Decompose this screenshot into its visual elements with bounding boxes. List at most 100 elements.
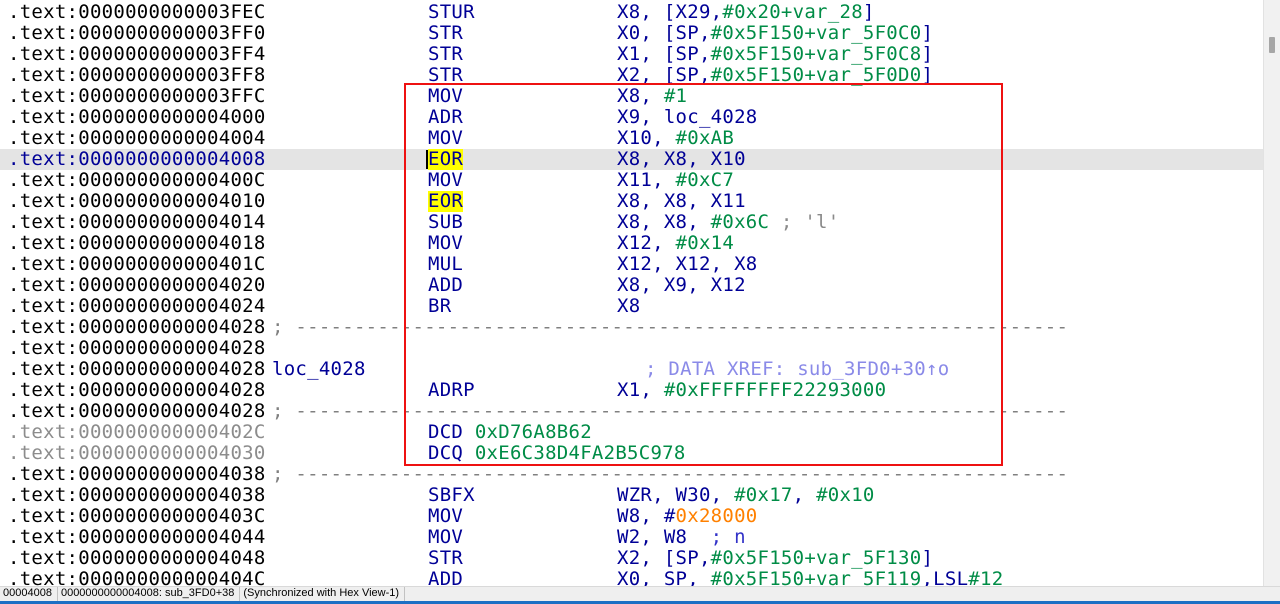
disasm-line[interactable]: .text:000000000000401C MUL X12, X12, X8 <box>0 254 1264 275</box>
address[interactable]: .text:0000000000004048 <box>8 548 266 569</box>
address[interactable]: .text:0000000000004010 <box>8 191 266 212</box>
mnemonic[interactable]: MUL <box>428 254 463 275</box>
disasm-line[interactable]: .text:0000000000004008 EOR X8, X8, X10 <box>0 149 1264 170</box>
disasm-line[interactable]: .text:0000000000003FF4 STR X1, [SP,#0x5F15… <box>0 44 1264 65</box>
operands[interactable]: X1, [SP,#0x5F150+var_5F0C8] <box>617 44 933 65</box>
disasm-line[interactable]: .text:0000000000004048 STR X2, [SP,#0x5F15… <box>0 548 1264 569</box>
code-label[interactable]: loc_4028 <box>272 359 366 380</box>
operands[interactable]: X2, [SP,#0x5F150+var_5F0D0] <box>617 65 933 86</box>
mnemonic[interactable]: ADD <box>428 275 463 296</box>
disasm-line[interactable]: .text:0000000000003FF8 STR X2, [SP,#0x5F15… <box>0 65 1264 86</box>
address[interactable]: .text:0000000000004004 <box>8 128 266 149</box>
disasm-line[interactable]: .text:0000000000004028 ADRP X1, #0xFFFFFFF… <box>0 380 1264 401</box>
address[interactable]: .text:0000000000004024 <box>8 296 266 317</box>
disasm-line[interactable]: .text:0000000000004044 MOV W2, W8 ; n <box>0 527 1264 548</box>
operands[interactable]: DCD 0xD76A8B62 <box>428 422 592 443</box>
address[interactable]: .text:000000000000402C <box>8 422 266 443</box>
mnemonic[interactable]: MOV <box>428 527 463 548</box>
operands[interactable]: X0, SP, #0x5F150+var_5F119,LSL#12 <box>617 569 1003 587</box>
disasm-line[interactable]: .text:0000000000004018 MOV X12, #0x14 <box>0 233 1264 254</box>
operands[interactable]: X1, #0xFFFFFFFF22293000 <box>617 380 886 401</box>
address[interactable]: .text:0000000000004014 <box>8 212 266 233</box>
address[interactable]: .text:0000000000003FEC <box>8 2 266 23</box>
address[interactable]: .text:0000000000004030 <box>8 443 266 464</box>
address[interactable]: .text:0000000000004028 <box>8 359 266 380</box>
address[interactable]: .text:0000000000004028 <box>8 401 266 422</box>
mnemonic[interactable]: MOV <box>428 506 463 527</box>
address[interactable]: .text:0000000000003FF8 <box>8 65 266 86</box>
disasm-line[interactable]: .text:000000000000402C DCD 0xD76A8B62 <box>0 422 1264 443</box>
mnemonic[interactable]: ADRP <box>428 380 475 401</box>
address[interactable]: .text:0000000000004018 <box>8 233 266 254</box>
address[interactable]: .text:0000000000004000 <box>8 107 266 128</box>
mnemonic[interactable]: STR <box>428 44 463 65</box>
address[interactable]: .text:0000000000004038 <box>8 485 266 506</box>
operands[interactable]: X10, #0xAB <box>617 128 734 149</box>
operands[interactable]: X8, X8, X10 <box>617 149 746 170</box>
mnemonic[interactable]: MOV <box>428 128 463 149</box>
address[interactable]: .text:0000000000004008 <box>8 149 266 170</box>
disasm-line[interactable]: .text:0000000000004028; ----------------… <box>0 317 1264 338</box>
disasm-line[interactable]: .text:0000000000004010 EOR X8, X8, X11 <box>0 191 1264 212</box>
mnemonic[interactable]: MOV <box>428 233 463 254</box>
address[interactable]: .text:0000000000004044 <box>8 527 266 548</box>
mnemonic[interactable]: STR <box>428 548 463 569</box>
operands[interactable]: X8 <box>617 296 640 317</box>
disasm-line[interactable]: .text:000000000000400CMOVX11, #0xC7 <box>0 170 1264 191</box>
disasm-line[interactable]: .text:0000000000003FF0 STR X0, [SP,#0x5F15… <box>0 23 1264 44</box>
mnemonic[interactable]: SUB <box>428 212 463 233</box>
address[interactable]: .text:0000000000004028 <box>8 380 266 401</box>
mnemonic[interactable]: ADR <box>428 107 463 128</box>
operands[interactable]: X2, [SP,#0x5F150+var_5F130] <box>617 548 933 569</box>
operands[interactable]: X8, #1 <box>617 86 687 107</box>
mnemonic[interactable]: STR <box>428 65 463 86</box>
operands[interactable]: X12, #0x14 <box>617 233 734 254</box>
operands[interactable]: WZR, W30, #0x17, #0x10 <box>617 485 875 506</box>
operands[interactable]: X8, [X29,#0x20+var_28] <box>617 2 875 23</box>
address[interactable]: .text:000000000000403C <box>8 506 266 527</box>
disasm-line[interactable]: .text:0000000000004028 <box>0 338 1264 359</box>
disasm-line[interactable]: .text:0000000000004038 SBFX WZR, W30, #0x1… <box>0 485 1264 506</box>
mnemonic[interactable]: STR <box>428 23 463 44</box>
vertical-scrollbar[interactable] <box>1263 0 1280 587</box>
address[interactable]: .text:0000000000003FF0 <box>8 23 266 44</box>
disasm-line[interactable]: .text:000000000000404CADDX0, SP, #0x5F15… <box>0 569 1264 587</box>
mnemonic[interactable]: ADD <box>428 569 463 587</box>
address[interactable]: .text:0000000000004038 <box>8 464 266 485</box>
address[interactable]: .text:0000000000003FF4 <box>8 44 266 65</box>
operands[interactable]: X8, X9, X12 <box>617 275 746 296</box>
xref-comment[interactable]: ; DATA XREF: sub_3FD0+30↑o <box>645 359 949 380</box>
address[interactable]: .text:000000000000400C <box>8 170 266 191</box>
disasm-line[interactable]: .text:0000000000004020ADDX8, X9, X12 <box>0 275 1264 296</box>
mnemonic[interactable]: BR <box>428 296 451 317</box>
disasm-line[interactable]: .text:0000000000004004 MOV X10, #0xAB <box>0 128 1264 149</box>
disassembly-view[interactable]: .text:0000000000003FEC STUR X8, [X29,#0x20… <box>0 0 1264 587</box>
disasm-line[interactable]: .text:000000000000403C MOV W8, #0x28000 <box>0 506 1264 527</box>
mnemonic[interactable]: STUR <box>428 2 475 23</box>
disasm-line[interactable]: .text:0000000000004014 SUB X8, X8, #0x6C ;… <box>0 212 1264 233</box>
disasm-line[interactable]: .text:0000000000003FFCMOVX8, #1 <box>0 86 1264 107</box>
mnemonic[interactable]: EOR <box>428 191 463 212</box>
operands[interactable]: W8, #0x28000 <box>617 506 758 527</box>
operands[interactable]: X12, X12, X8 <box>617 254 758 275</box>
operands[interactable]: X8, X8, X11 <box>617 191 746 212</box>
operands[interactable]: X8, X8, #0x6C ; 'l' <box>617 212 839 233</box>
disasm-line[interactable]: .text:0000000000004028 loc_4028 ; DATA XRE… <box>0 359 1264 380</box>
mnemonic[interactable]: MOV <box>428 170 463 191</box>
disasm-line[interactable]: .text:0000000000004024 BR X8 <box>0 296 1264 317</box>
operands[interactable]: X0, [SP,#0x5F150+var_5F0C0] <box>617 23 933 44</box>
disasm-line[interactable]: .text:0000000000004000 ADR X9, loc_4028 <box>0 107 1264 128</box>
operands[interactable]: X9, loc_4028 <box>617 107 758 128</box>
scrollbar-thumb[interactable] <box>1269 37 1275 53</box>
address[interactable]: .text:0000000000004028 <box>8 317 266 338</box>
mnemonic[interactable]: EOR <box>428 149 463 170</box>
disasm-line[interactable]: .text:0000000000004030 DCQ 0xE6C38D4FA2B5… <box>0 443 1264 464</box>
disasm-line[interactable]: .text:0000000000004038; ----------------… <box>0 464 1264 485</box>
mnemonic[interactable]: SBFX <box>428 485 475 506</box>
address[interactable]: .text:0000000000004028 <box>8 338 266 359</box>
operands[interactable]: W2, W8 ; n <box>617 527 746 548</box>
operands[interactable]: DCQ 0xE6C38D4FA2B5C978 <box>428 443 686 464</box>
address[interactable]: .text:000000000000401C <box>8 254 266 275</box>
address[interactable]: .text:0000000000003FFC <box>8 86 266 107</box>
disasm-line[interactable]: .text:0000000000003FEC STUR X8, [X29,#0x20… <box>0 2 1264 23</box>
